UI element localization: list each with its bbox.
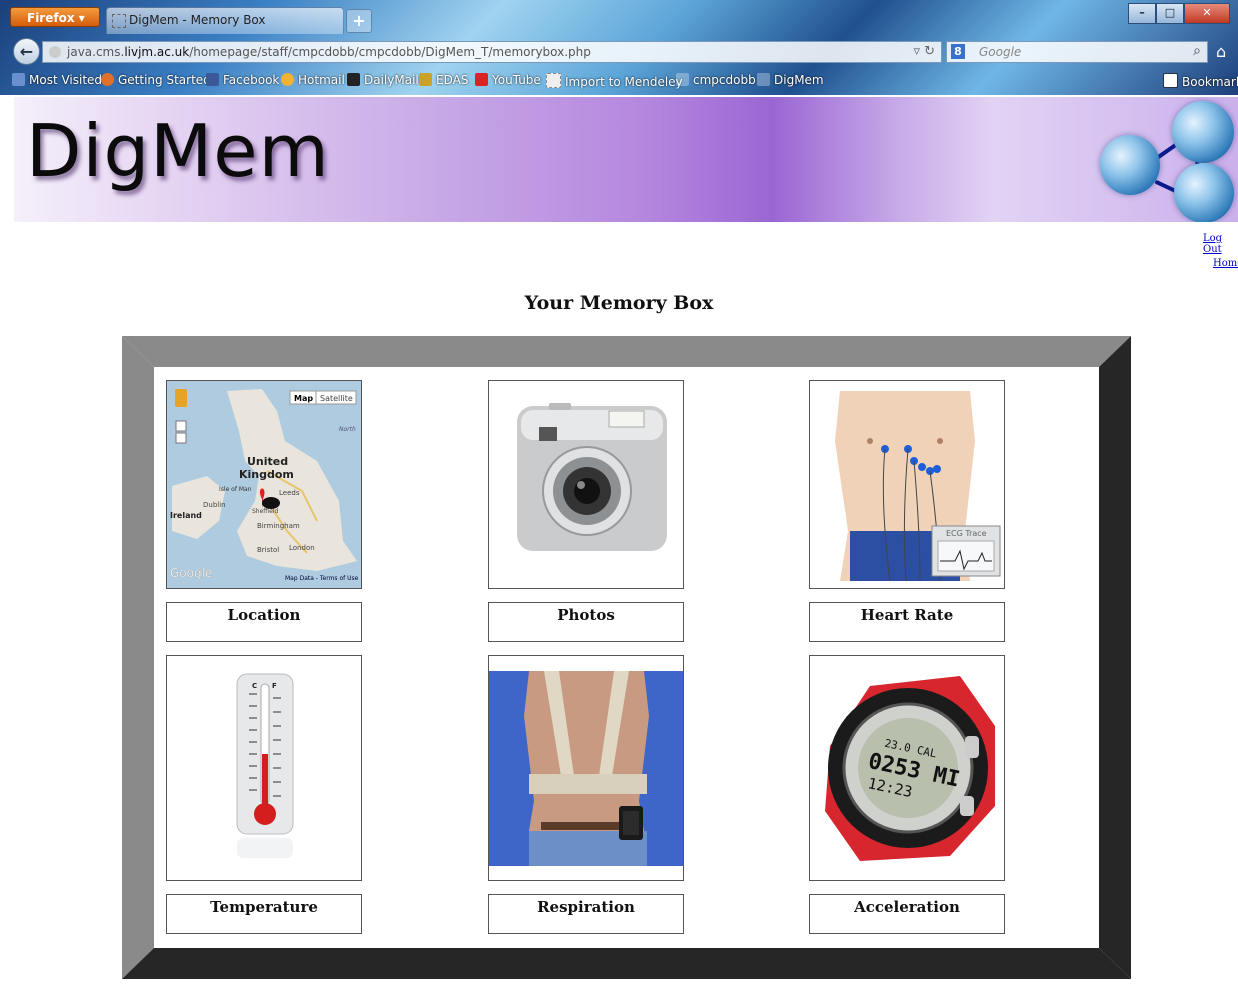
bookmark-digmem[interactable]: DigMem bbox=[757, 73, 824, 87]
site-identity-icon[interactable] bbox=[49, 46, 61, 58]
map-label: Dublin bbox=[203, 501, 226, 509]
map-button: Map bbox=[294, 394, 313, 403]
facebook-icon bbox=[206, 73, 219, 86]
photos-label[interactable]: Photos bbox=[488, 602, 684, 642]
bookmarks-toolbar: Most Visited Getting Started Facebook Ho… bbox=[0, 70, 1238, 92]
temperature-label[interactable]: Temperature bbox=[166, 894, 362, 934]
minimize-button[interactable]: – bbox=[1128, 3, 1156, 24]
map-label: Kingdom bbox=[239, 468, 294, 481]
page-favicon-icon bbox=[112, 14, 126, 28]
location-thumbnail[interactable]: Map Satellite United Kingdom Isle of Man… bbox=[166, 380, 362, 589]
respiration-thumbnail[interactable] bbox=[488, 655, 684, 881]
bookmarks-menu-button[interactable]: Bookmarks bbox=[1163, 73, 1238, 89]
page-icon bbox=[546, 73, 561, 88]
map-label: Isle of Man bbox=[219, 486, 252, 493]
navigation-bar: ← java.cms.livjm.ac.uk/homepage/staff/cm… bbox=[0, 36, 1238, 66]
heart-rate-thumbnail[interactable]: ECG Trace bbox=[809, 380, 1005, 589]
sport-watch-icon: 23.0 CAL 0253 MI 12:23 bbox=[825, 676, 995, 861]
site-logo: DigMem bbox=[26, 109, 330, 193]
tab-memory-box[interactable]: DigMem - Memory Box bbox=[106, 7, 344, 34]
dailymail-icon bbox=[347, 73, 360, 86]
map-label: United bbox=[247, 455, 288, 468]
most-visited-icon bbox=[12, 73, 25, 86]
map-label: Ireland bbox=[170, 511, 202, 520]
site-banner: DigMem bbox=[14, 97, 1238, 222]
memory-box: Map Satellite United Kingdom Isle of Man… bbox=[122, 336, 1131, 979]
camera-icon bbox=[517, 403, 667, 551]
acceleration-thumbnail[interactable]: 23.0 CAL 0253 MI 12:23 bbox=[809, 655, 1005, 881]
globe-icon bbox=[1172, 101, 1234, 163]
thermometer-icon: C F bbox=[236, 673, 294, 858]
youtube-icon bbox=[475, 73, 488, 86]
globe-icon bbox=[1100, 135, 1160, 195]
ecg-torso-image: ECG Trace bbox=[810, 381, 1004, 588]
svg-text:C: C bbox=[252, 682, 257, 690]
bookmark-hotmail[interactable]: Hotmail bbox=[281, 73, 345, 87]
map-label: North bbox=[339, 426, 356, 433]
page-icon bbox=[676, 73, 689, 86]
location-label[interactable]: Location bbox=[166, 602, 362, 642]
home-icon[interactable]: ⌂ bbox=[1216, 42, 1226, 61]
firefox-icon bbox=[101, 73, 114, 86]
browser-chrome: Firefox ▾ DigMem - Memory Box + – □ ✕ ← … bbox=[0, 0, 1238, 95]
close-window-button[interactable]: ✕ bbox=[1184, 3, 1230, 24]
maximize-button[interactable]: □ bbox=[1156, 3, 1184, 24]
search-placeholder: Google bbox=[979, 45, 1022, 59]
page-icon bbox=[757, 73, 770, 86]
map-footer: Map Data - Terms of Use bbox=[285, 575, 359, 582]
logout-link[interactable]: Log Out bbox=[1203, 233, 1238, 255]
bookmark-cmpcdobb[interactable]: cmpcdobb bbox=[676, 73, 756, 87]
edas-icon bbox=[419, 73, 432, 86]
firefox-menu-button[interactable]: Firefox ▾ bbox=[10, 7, 100, 27]
bookmark-dailymail[interactable]: DailyMail bbox=[347, 73, 419, 87]
search-box[interactable]: 8 Google ⌕ bbox=[946, 41, 1208, 63]
globe-icon bbox=[1174, 163, 1234, 222]
search-engine-icon[interactable]: 8 bbox=[951, 44, 965, 59]
ecg-trace-caption: ECG Trace bbox=[946, 529, 987, 538]
bookmark-facebook[interactable]: Facebook bbox=[206, 73, 279, 87]
temperature-thumbnail[interactable]: C F bbox=[166, 655, 362, 881]
search-icon[interactable]: ⌕ bbox=[1193, 43, 1201, 59]
bookmark-import-to-mendeley[interactable]: Import to Mendeley bbox=[546, 73, 683, 89]
address-bar[interactable]: java.cms.livjm.ac.uk/homepage/staff/cmpc… bbox=[42, 41, 942, 63]
map-label: Birmingham bbox=[257, 522, 300, 530]
url-text: java.cms.livjm.ac.uk/homepage/staff/cmpc… bbox=[67, 45, 591, 59]
respiration-belt-image bbox=[489, 671, 683, 866]
window-controls: – □ ✕ bbox=[1128, 3, 1230, 25]
map-label: Bristol bbox=[257, 546, 279, 554]
memory-box-grid: Map Satellite United Kingdom Isle of Man… bbox=[154, 367, 1099, 947]
bookmark-youtube[interactable]: YouTube bbox=[475, 73, 541, 87]
bookmark-getting-started[interactable]: Getting Started bbox=[101, 73, 211, 87]
new-tab-button[interactable]: + bbox=[346, 9, 372, 33]
svg-text:F: F bbox=[272, 682, 277, 690]
tab-title: DigMem - Memory Box bbox=[129, 13, 266, 27]
back-button[interactable]: ← bbox=[13, 38, 40, 65]
map-label: London bbox=[289, 544, 315, 552]
home-link[interactable]: Home bbox=[1213, 258, 1238, 269]
acceleration-label[interactable]: Acceleration bbox=[809, 894, 1005, 934]
bookmark-edas[interactable]: EDAS bbox=[419, 73, 468, 87]
hotmail-icon bbox=[281, 73, 294, 86]
google-logo: Google bbox=[170, 566, 212, 580]
respiration-label[interactable]: Respiration bbox=[488, 894, 684, 934]
map-label: Sheffield bbox=[252, 508, 278, 515]
heart-rate-label[interactable]: Heart Rate bbox=[809, 602, 1005, 642]
bookmarks-icon bbox=[1163, 73, 1178, 88]
page-title: Your Memory Box bbox=[524, 292, 714, 314]
bookmark-most-visited[interactable]: Most Visited bbox=[12, 73, 102, 87]
satellite-button: Satellite bbox=[320, 394, 353, 403]
reload-icon[interactable]: ▿ ↻ bbox=[913, 44, 935, 59]
map-label: Leeds bbox=[279, 489, 300, 497]
photos-thumbnail[interactable] bbox=[488, 380, 684, 589]
title-bar: Firefox ▾ DigMem - Memory Box + – □ ✕ bbox=[0, 0, 1238, 34]
